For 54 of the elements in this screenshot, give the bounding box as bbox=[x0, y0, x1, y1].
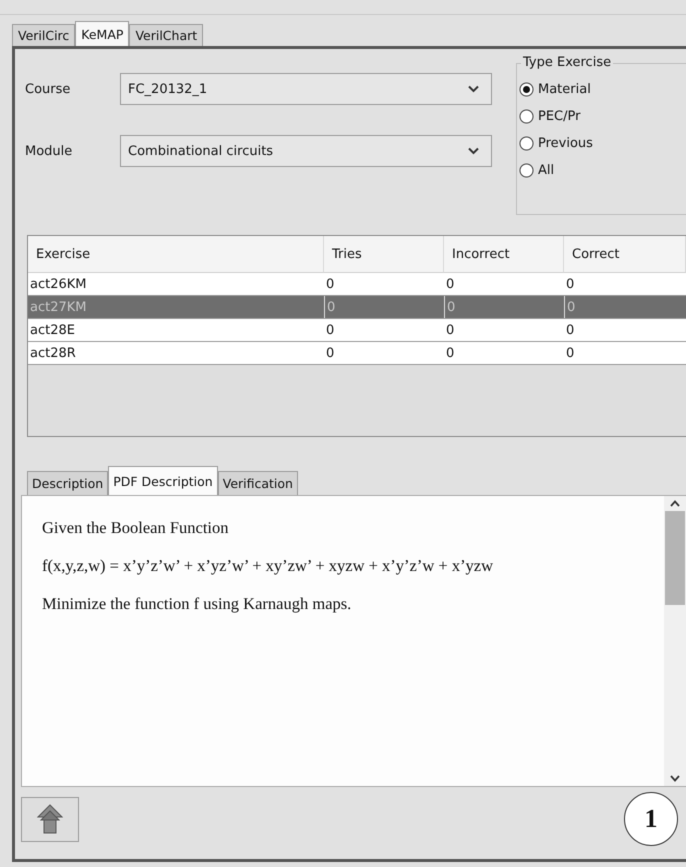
column-header[interactable]: Tries bbox=[324, 236, 444, 273]
number-badge: 1 bbox=[624, 792, 678, 846]
tab[interactable]: VerilCirc bbox=[12, 24, 76, 46]
table-cell: 0 bbox=[324, 296, 444, 318]
table-cell-text: act28E bbox=[29, 322, 76, 340]
chevron-icon bbox=[468, 85, 479, 93]
column-header[interactable]: Correct bbox=[564, 236, 686, 273]
up-arrow-icon bbox=[37, 804, 63, 834]
table-row[interactable]: act28E 0 0 0 bbox=[28, 319, 686, 342]
table-cell-text: 0 bbox=[565, 276, 576, 294]
field-label: Module bbox=[25, 144, 74, 158]
radio-button[interactable] bbox=[519, 109, 534, 124]
table-row[interactable]: act28R 0 0 0 bbox=[28, 342, 686, 365]
table-cell-text: act26KM bbox=[29, 276, 88, 294]
table-cell-text: act27KM bbox=[29, 298, 88, 316]
tab[interactable]: VerilChart bbox=[129, 24, 204, 46]
up-button[interactable] bbox=[21, 796, 79, 842]
radio-label: Previous bbox=[538, 136, 593, 151]
scrollbar[interactable] bbox=[664, 496, 686, 786]
chevron-icon bbox=[468, 147, 479, 155]
table-cell-text: 0 bbox=[445, 276, 456, 294]
table-cell: 0 bbox=[444, 296, 564, 318]
table-row[interactable]: act26KM 0 0 0 bbox=[28, 273, 686, 296]
table-cell-text: 0 bbox=[445, 344, 456, 362]
scroll-up-icon[interactable] bbox=[670, 500, 680, 507]
tab[interactable]: PDF Description bbox=[108, 466, 218, 495]
table-cell-text: 0 bbox=[325, 322, 336, 340]
column-header[interactable]: Incorrect bbox=[444, 236, 564, 273]
field-label: Course bbox=[25, 82, 72, 96]
radio-label: Material bbox=[538, 82, 591, 97]
table-cell: 0 bbox=[564, 296, 686, 318]
table-cell-text: 0 bbox=[325, 276, 336, 294]
radio-label: PEC/Pr bbox=[538, 109, 580, 124]
column-header[interactable]: Exercise bbox=[28, 236, 324, 273]
radio-button[interactable] bbox=[519, 163, 534, 178]
table-cell-text: 0 bbox=[565, 344, 576, 362]
radio-label: All bbox=[538, 163, 554, 178]
radio-button[interactable] bbox=[519, 136, 534, 151]
tab[interactable]: Description bbox=[27, 471, 108, 495]
group-title: Type Exercise bbox=[521, 55, 614, 70]
table-cell-text: 0 bbox=[445, 322, 456, 340]
table-cell-text: act28R bbox=[29, 344, 77, 362]
table-cell-text: 0 bbox=[565, 322, 576, 340]
scroll-thumb[interactable] bbox=[665, 511, 685, 605]
course-dropdown[interactable]: FC_20132_1 bbox=[120, 73, 492, 105]
tab[interactable]: KeMAP bbox=[75, 21, 130, 46]
document-paragraph: f(x,y,z,w) = x’y’z’w’ + x’yz’w’ + xy’zw’ + xyzw + x’y’z’w + x’yzw bbox=[42, 556, 494, 576]
tab[interactable]: Verification bbox=[218, 471, 298, 495]
module-dropdown[interactable]: Combinational circuits bbox=[120, 135, 492, 167]
document-paragraph: Given the Boolean Function bbox=[42, 518, 230, 538]
document-paragraph: Minimize the function f using Karnaugh maps. bbox=[42, 594, 352, 614]
table-cell-text: 0 bbox=[325, 344, 336, 362]
radio-button[interactable] bbox=[519, 82, 534, 97]
scroll-down-icon[interactable] bbox=[670, 775, 680, 782]
